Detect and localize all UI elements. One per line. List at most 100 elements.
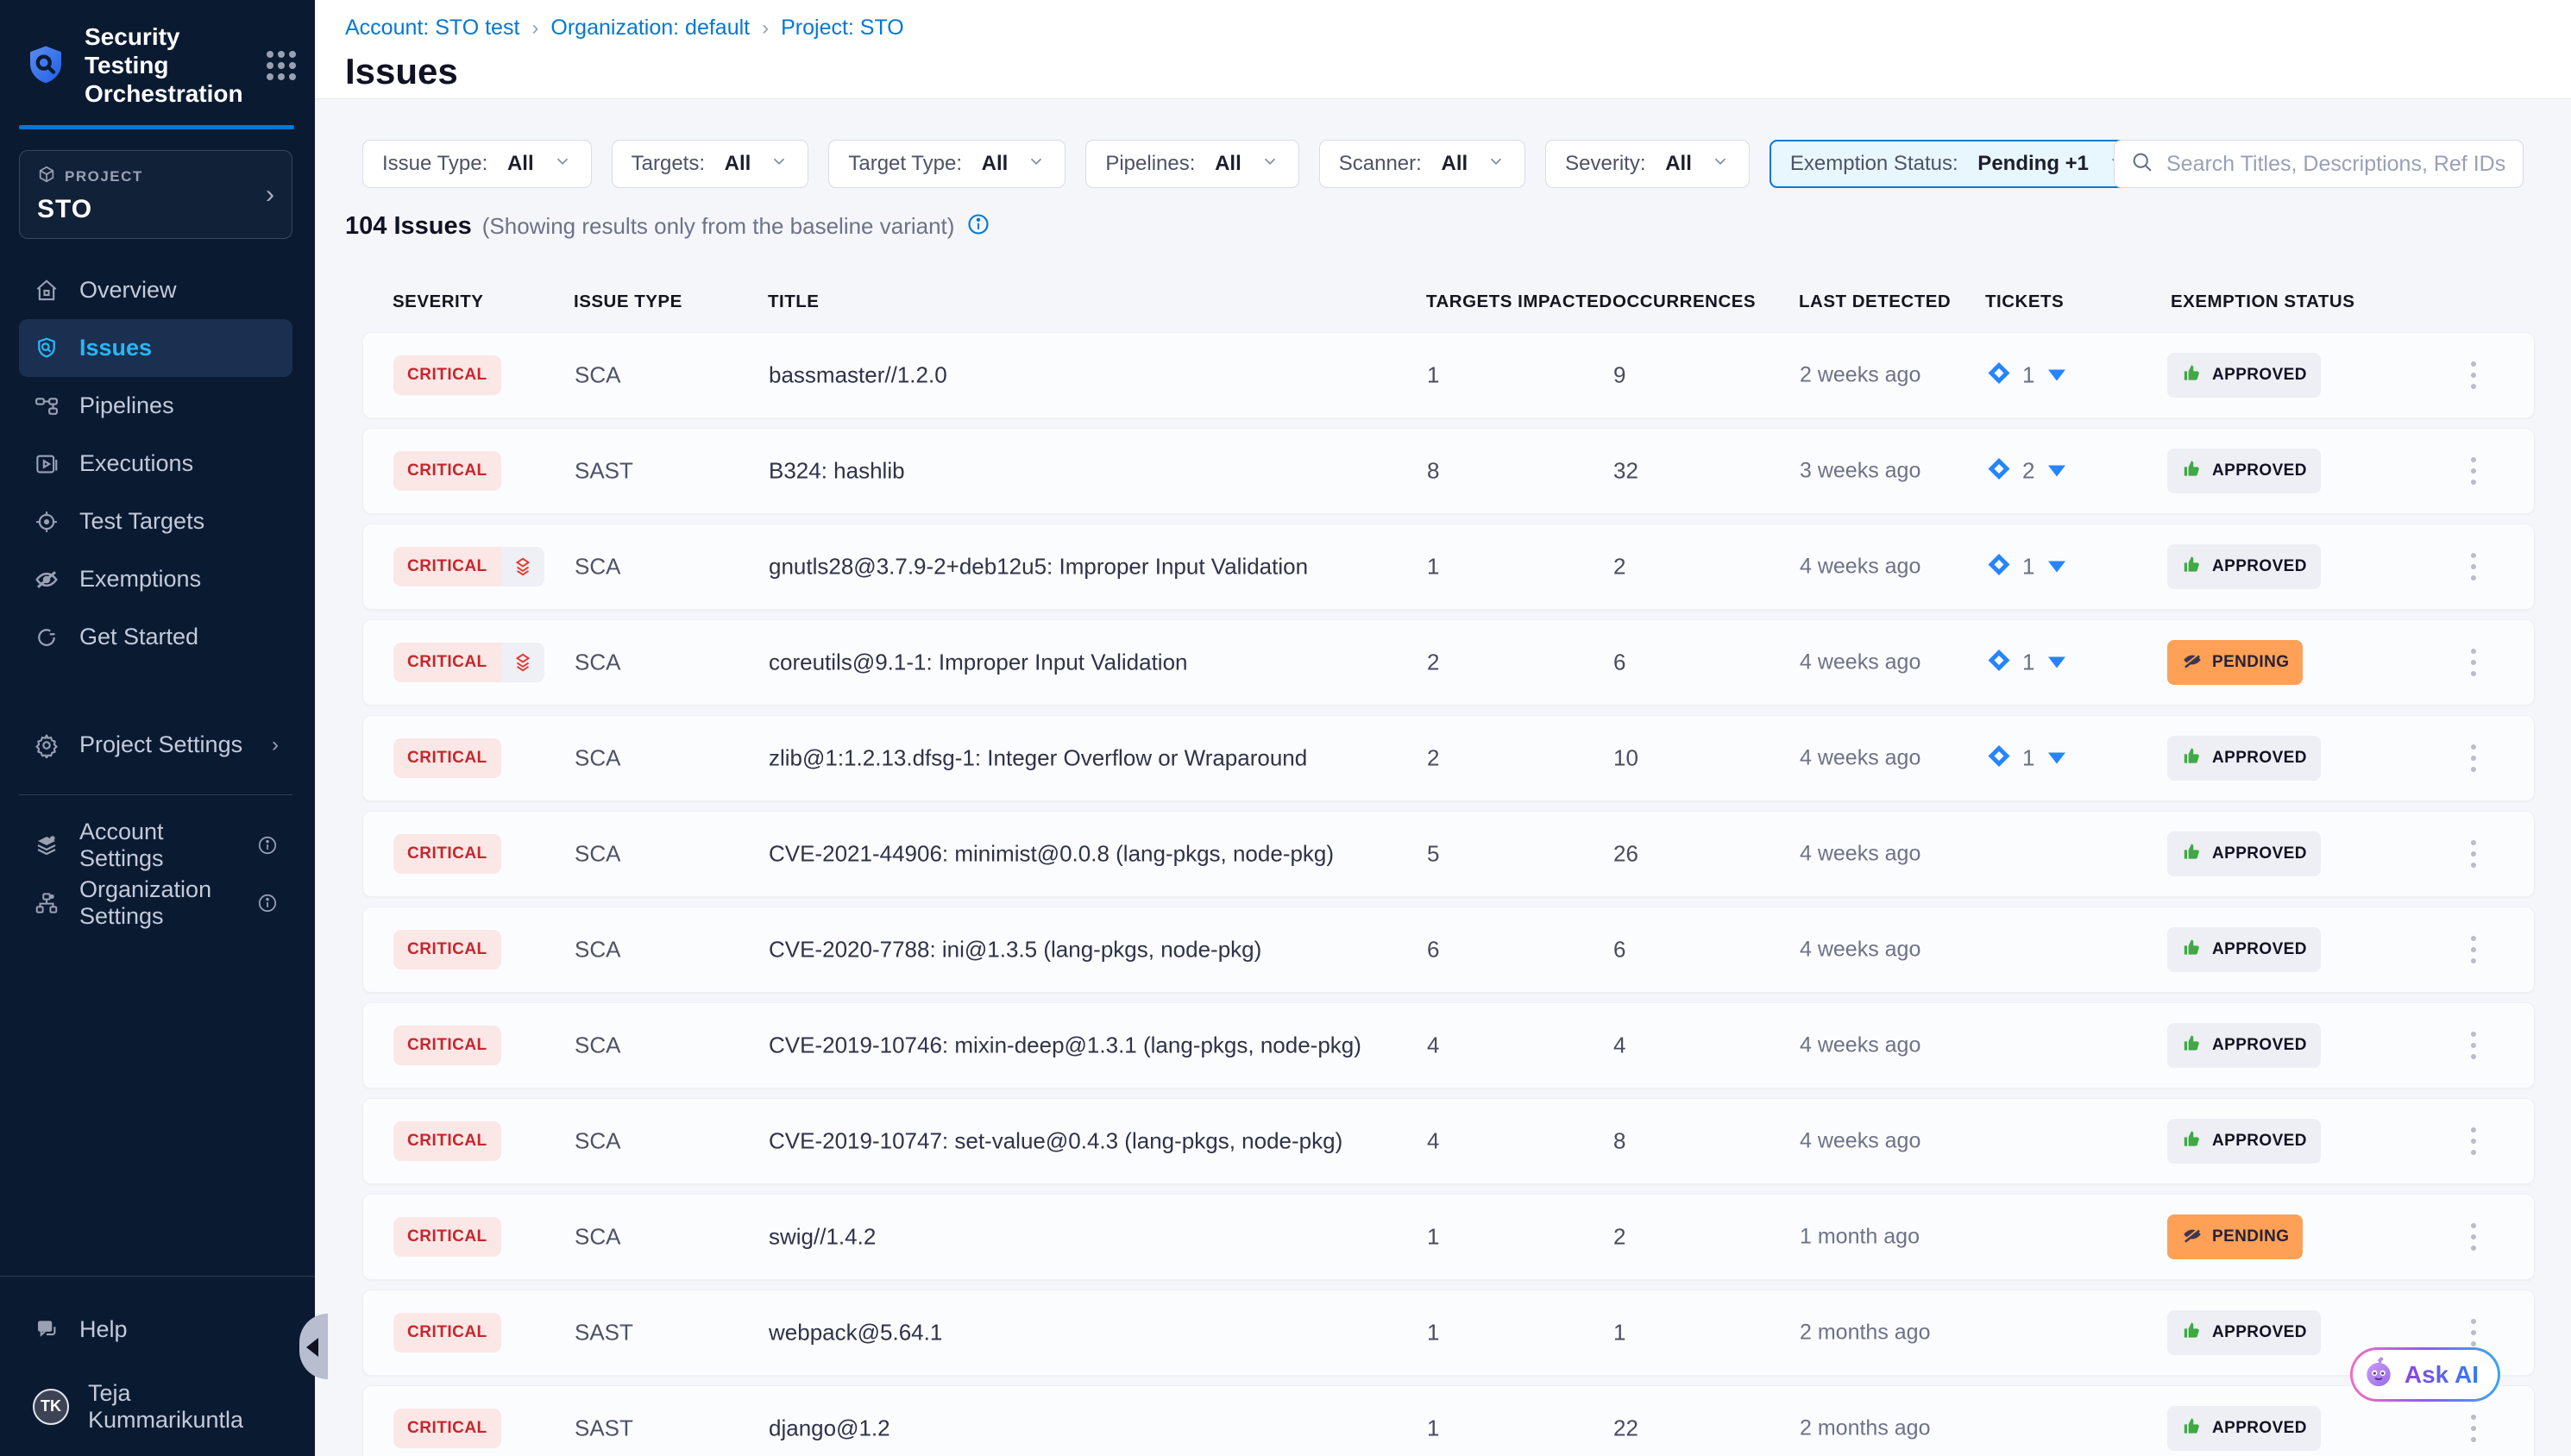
targets-impacted: 8 (1427, 458, 1439, 485)
issue-type: SAST (575, 458, 633, 485)
last-detected: 4 weeks ago (1800, 746, 1920, 771)
chevron-down-icon (770, 152, 789, 177)
page-title: Issues (345, 51, 2535, 92)
issue-row[interactable]: CRITICAL SAST B324: hashlib 8 32 3 weeks… (362, 428, 2535, 514)
issue-title: zlib@1:1.2.13.dfsg-1: Integer Overflow o… (769, 745, 1307, 772)
severity-cell: CRITICAL (393, 1409, 501, 1448)
breadcrumb-organization-link[interactable]: Organization: default (550, 16, 750, 41)
ticket-count: 1 (2022, 650, 2034, 676)
issue-row[interactable]: CRITICAL SAST webpack@5.64.1 1 1 2 month… (362, 1290, 2535, 1376)
ask-ai-button[interactable]: Ask AI (2350, 1347, 2500, 1402)
tickets-cell[interactable]: 1 (1986, 552, 2065, 582)
ticket-dropdown-caret[interactable] (2048, 657, 2065, 668)
sidebar-item-issues[interactable]: Issues (19, 319, 292, 377)
occurrences: 1 (1613, 1320, 1625, 1346)
project-label: PROJECT (65, 168, 143, 185)
issue-row[interactable]: CRITICAL SCA swig//1.4.2 1 2 1 month ago… (362, 1194, 2535, 1280)
jira-icon (1986, 744, 2012, 774)
row-menu-kebab[interactable] (2461, 544, 2486, 589)
filter-severity[interactable]: Severity: All (1545, 140, 1750, 188)
issue-row[interactable]: CRITICAL SCA CVE-2021-44906: minimist@0.… (362, 811, 2535, 897)
exemption-status-text: PENDING (2212, 1227, 2289, 1246)
exemption-status-badge: APPROVED (2167, 1119, 2321, 1164)
row-menu-kebab[interactable] (2461, 353, 2486, 398)
severity-badge: CRITICAL (393, 643, 501, 682)
occurrences: 4 (1613, 1032, 1625, 1059)
sidebar-item-test-targets[interactable]: Test Targets (19, 493, 292, 550)
row-menu-kebab[interactable] (2461, 1023, 2486, 1068)
tickets-cell[interactable]: 1 (1986, 648, 2065, 678)
sidebar-item-account-settings[interactable]: Account Settings (19, 816, 292, 874)
main-content: Account: STO test › Organization: defaul… (315, 0, 2571, 1456)
sidebar-item-project-settings[interactable]: Project Settings › (19, 716, 292, 774)
row-menu-kebab[interactable] (2461, 449, 2486, 493)
occurrences: 2 (1613, 554, 1625, 581)
issue-row[interactable]: CRITICAL SCA zlib@1:1.2.13.dfsg-1: Integ… (362, 715, 2535, 801)
filter-targets[interactable]: Targets: All (612, 140, 809, 188)
info-circle-icon[interactable] (256, 834, 279, 857)
cube-icon (37, 165, 56, 188)
row-menu-kebab[interactable] (2461, 832, 2486, 876)
tickets-cell[interactable]: 1 (1986, 361, 2065, 391)
app-switcher-grid-icon[interactable] (267, 51, 296, 80)
filter-exemption-status[interactable]: Exemption Status: Pending +1 (1770, 140, 2147, 188)
tickets-cell[interactable]: 1 (1986, 744, 2065, 774)
sidebar-item-organization-settings[interactable]: Organization Settings (19, 874, 292, 932)
ticket-dropdown-caret[interactable] (2048, 753, 2065, 764)
user-menu[interactable]: TK Teja Kummarikuntla (19, 1378, 292, 1435)
project-selector[interactable]: PROJECT STO › (19, 150, 292, 239)
issue-row[interactable]: CRITICAL SCA bassmaster//1.2.0 1 9 2 wee… (362, 332, 2535, 418)
col-last-detected: LAST DETECTED (1799, 292, 1951, 312)
severity-badge: CRITICAL (393, 547, 501, 587)
filter-scanner[interactable]: Scanner: All (1319, 140, 1525, 188)
severity-cell: CRITICAL (393, 1313, 501, 1352)
thumbs-up-icon (2181, 1319, 2203, 1346)
thumbs-up-icon (2181, 1415, 2203, 1442)
issue-title: B324: hashlib (769, 458, 905, 485)
ticket-count: 1 (2022, 554, 2034, 581)
issue-type: SCA (575, 1032, 620, 1059)
breadcrumb-project-link[interactable]: Project: STO (781, 16, 904, 41)
issue-type: SCA (575, 362, 620, 389)
search-input[interactable] (2166, 152, 2507, 177)
row-menu-kebab[interactable] (2461, 927, 2486, 972)
row-menu-kebab[interactable] (2461, 1119, 2486, 1164)
severity-badge: CRITICAL (393, 1026, 501, 1065)
eye-off-icon (33, 566, 60, 593)
targets-impacted: 4 (1427, 1032, 1439, 1059)
info-circle-icon[interactable] (256, 892, 279, 914)
info-circle-icon[interactable] (966, 212, 990, 241)
issue-row[interactable]: CRITICAL SCA CVE-2020-7788: ini@1.3.5 (l… (362, 907, 2535, 993)
sidebar-item-executions[interactable]: Executions (19, 435, 292, 493)
filter-pipelines[interactable]: Pipelines: All (1085, 140, 1298, 188)
sidebar-item-overview[interactable]: Overview (19, 261, 292, 319)
row-menu-kebab[interactable] (2461, 1214, 2486, 1259)
last-detected: 1 month ago (1800, 1225, 1920, 1250)
issue-title: CVE-2020-7788: ini@1.3.5 (lang-pkgs, nod… (769, 937, 1261, 963)
filter-target-type[interactable]: Target Type: All (828, 140, 1065, 188)
issue-type: SCA (575, 554, 620, 581)
row-menu-kebab[interactable] (2461, 640, 2486, 685)
row-menu-kebab[interactable] (2461, 1406, 2486, 1451)
row-menu-kebab[interactable] (2461, 736, 2486, 781)
issue-row[interactable]: CRITICAL SCA CVE-2019-10746: mixin-deep@… (362, 1002, 2535, 1089)
issue-type: SAST (575, 1415, 633, 1442)
ticket-dropdown-caret[interactable] (2048, 466, 2065, 477)
thumbs-up-icon (2181, 936, 2203, 963)
issue-row[interactable]: CRITICAL SCA coreutils@9.1-1: Improper I… (362, 619, 2535, 706)
sidebar-item-pipelines[interactable]: Pipelines (19, 377, 292, 435)
filter-issue-type[interactable]: Issue Type: All (362, 140, 592, 188)
ticket-dropdown-caret[interactable] (2048, 370, 2065, 381)
breadcrumb-account-link[interactable]: Account: STO test (345, 16, 519, 41)
severity-cell: CRITICAL (393, 1121, 501, 1161)
issue-row[interactable]: CRITICAL SCA CVE-2019-10747: set-value@0… (362, 1098, 2535, 1184)
issue-row[interactable]: CRITICAL SAST django@1.2 1 22 2 months a… (362, 1385, 2535, 1456)
ticket-dropdown-caret[interactable] (2048, 562, 2065, 573)
tickets-cell[interactable]: 2 (1986, 456, 2065, 486)
help-button[interactable]: ? Help (19, 1301, 292, 1359)
issue-row[interactable]: CRITICAL SCA gnutls28@3.7.9-2+deb12u5: I… (362, 524, 2535, 610)
sidebar-item-exemptions[interactable]: Exemptions (19, 550, 292, 608)
severity-badge: CRITICAL (393, 834, 501, 874)
issue-type: SCA (575, 1224, 620, 1251)
sidebar-item-get-started[interactable]: Get Started (19, 608, 292, 666)
